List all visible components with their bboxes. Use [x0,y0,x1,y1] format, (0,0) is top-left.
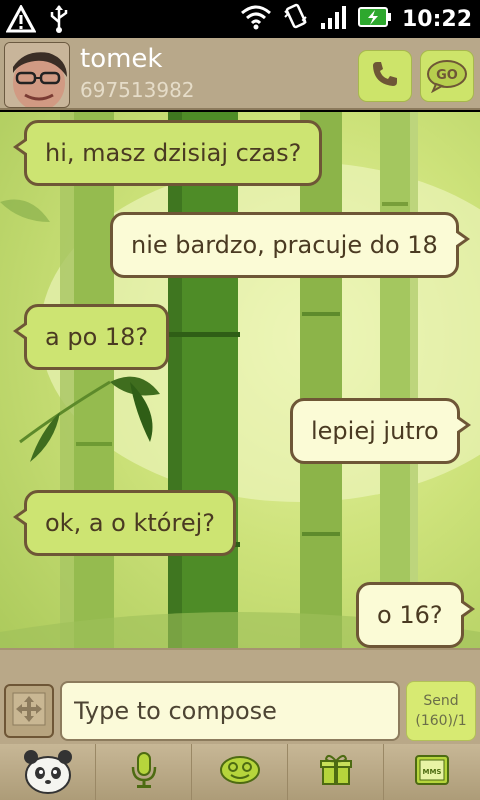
message-text: a po 18? [45,323,149,351]
chat-footer-strip [0,648,480,678]
compose-bar: Send (160)/1 [0,678,480,744]
gift-icon [318,752,354,792]
send-button[interactable]: Send (160)/1 [406,681,476,741]
go-bubble-icon: GO [427,60,467,93]
attach-button[interactable] [4,684,54,738]
mms-button[interactable]: MMS [384,744,480,800]
message-incoming[interactable]: ok, a o której? [13,490,236,556]
mms-label: MMS [423,768,442,776]
message-text: hi, masz dzisiaj czas? [45,139,302,167]
battery-charging-icon [357,6,392,32]
contact-avatar[interactable] [4,42,70,108]
message-outgoing[interactable]: lepiej jutro [290,398,471,464]
message-outgoing[interactable]: o 16? [356,582,475,648]
vibrate-icon [282,3,310,35]
emoticon-icon [219,753,261,791]
clock: 10:22 [401,6,472,32]
message-incoming[interactable]: a po 18? [12,304,170,370]
compose-input[interactable] [60,681,400,741]
message-text: nie bardzo, pracuje do 18 [131,231,438,259]
message-text: o 16? [377,601,443,629]
panda-icon [22,745,74,799]
microphone-icon [129,751,159,793]
message-incoming[interactable]: hi, masz dzisiaj czas? [12,120,323,186]
expand-arrows-icon [12,692,46,730]
panda-button[interactable] [0,744,96,800]
usb-icon [48,4,70,38]
call-button[interactable] [358,50,412,102]
conversation-header: tomek 697513982 GO [0,38,480,110]
go-label: GO [436,68,458,83]
warning-icon [5,3,37,37]
voice-input-button[interactable] [96,744,192,800]
go-button[interactable]: GO [420,50,474,102]
wifi-icon [240,4,272,34]
message-text: lepiej jutro [311,417,439,445]
phone-icon [370,59,400,93]
gift-button[interactable] [288,744,384,800]
send-label: Send [423,693,459,709]
mms-icon: MMS [413,752,451,792]
character-counter: (160)/1 [415,713,467,729]
bottom-toolbar: MMS [0,744,480,800]
contact-name: tomek [80,44,163,74]
contact-number: 697513982 [80,78,195,102]
emoticon-button[interactable] [192,744,288,800]
message-outgoing[interactable]: nie bardzo, pracuje do 18 [110,212,470,278]
signal-icon [320,4,348,34]
message-list[interactable]: hi, masz dzisiaj czas? nie bardzo, pracu… [0,112,480,678]
message-text: ok, a o której? [45,509,215,537]
status-bar: 10:22 [0,0,480,38]
